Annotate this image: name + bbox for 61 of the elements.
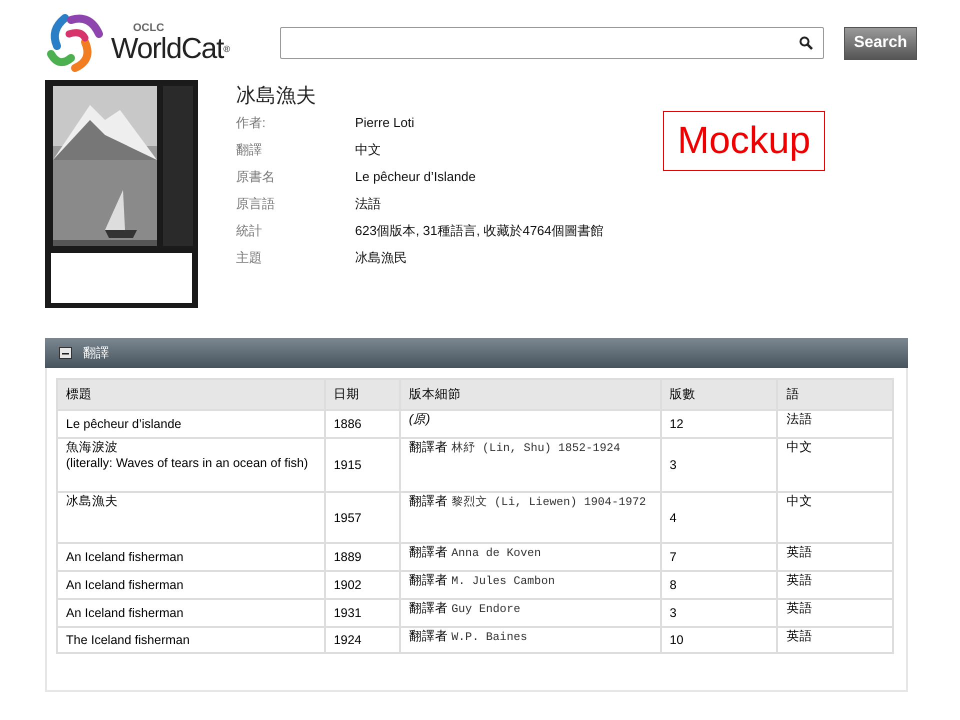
book-title: 冰島漁夫 [236, 84, 317, 109]
field-value: Pierre Loti [355, 115, 414, 130]
column-header: 語 [777, 379, 893, 410]
table-cell: 10 [660, 627, 778, 653]
table-cell: 3 [660, 599, 778, 627]
column-header: 版數 [660, 379, 778, 410]
column-header: 日期 [324, 379, 400, 410]
search-button[interactable]: Search [844, 26, 917, 60]
search-field[interactable] [280, 27, 824, 59]
table-cell: 中文 [777, 492, 893, 543]
table-cell: 4 [660, 492, 778, 543]
edition-text: 翻譯者 W.P. Baines [408, 629, 528, 643]
table-cell: An Iceland fisherman [57, 599, 325, 627]
field-value: 623個版本, 31種語言, 收藏於4764個圖書館 [355, 222, 604, 240]
field-label: 原言語 [236, 194, 276, 212]
field-label: 原書名 [236, 168, 276, 186]
edition-text: 翻譯者 林紓 (Lin, Shu) 1852-1924 [408, 440, 620, 454]
field-value: 法語 [355, 194, 381, 212]
edition-text: 翻譯者 M. Jules Cambon [408, 573, 555, 587]
table-cell: 3 [660, 438, 778, 492]
field-value: 中文 [355, 140, 381, 158]
field-label: 翻譯 [236, 140, 263, 158]
search-icon[interactable] [799, 36, 813, 50]
table-cell: An Iceland fisherman [57, 571, 325, 599]
table-cell: An Iceland fisherman [57, 543, 325, 571]
table-cell: 12 [660, 410, 778, 438]
table-cell: 魚海淚波 (literally: Waves of tears in an ocean of fish) [57, 438, 325, 492]
table-cell: The Iceland fisherman [57, 627, 325, 653]
edition-text: (原) [408, 412, 430, 426]
logo-small-text: OCLC [133, 22, 166, 34]
field-label: 作者: [236, 114, 267, 132]
section-title: 翻譯 [83, 344, 109, 362]
table-cell: 1957 [324, 492, 400, 543]
table-cell: 1931 [324, 599, 400, 627]
table-cell: 7 [660, 543, 778, 571]
column-header: 版本細節 [400, 379, 661, 410]
field-label: 主題 [236, 248, 263, 266]
table-cell: 英語 [777, 543, 893, 571]
table-cell: 1886 [324, 410, 400, 438]
table-cell: 1889 [324, 543, 400, 571]
table-cell: 英語 [777, 599, 893, 627]
table-cell: 英語 [777, 571, 893, 599]
table-cell: 1902 [324, 571, 400, 599]
collapse-toggle[interactable] [59, 347, 72, 359]
column-header: 標題 [57, 379, 325, 410]
table-cell: 1924 [324, 627, 400, 653]
table-cell: 法語 [777, 410, 893, 438]
edition-text: 翻譯者 Guy Endore [408, 601, 520, 615]
edition-text: 翻譯者 黎烈文 (Li, Liewen) 1904-1972 [408, 494, 646, 508]
logo-name: WorldCat® [111, 34, 229, 64]
table-cell: 冰島漁夫 [57, 492, 325, 543]
mockup-stamp: Mockup [663, 111, 825, 171]
table-cell: 中文 [777, 438, 893, 492]
table-cell: Le pêcheur d’islande [57, 410, 325, 438]
table-cell: 英語 [777, 627, 893, 653]
field-value: Le pêcheur d’Islande [355, 169, 476, 184]
edition-text: 翻譯者 Anna de Koven [408, 545, 542, 559]
field-value: 冰島漁民 [355, 248, 407, 266]
field-label: 統計 [236, 222, 263, 240]
table-cell: 8 [660, 571, 778, 599]
table-cell: 1915 [324, 438, 400, 492]
